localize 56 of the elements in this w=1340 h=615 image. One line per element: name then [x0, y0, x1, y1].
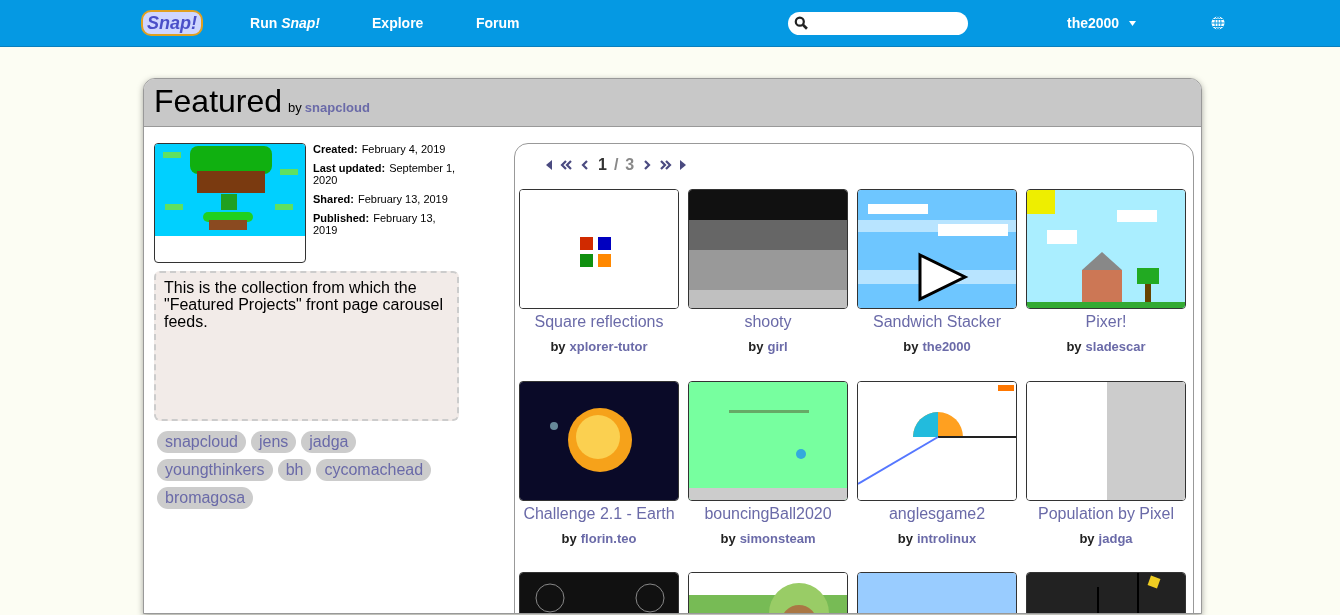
metadata-text: Shared: February 13, 2019: [313, 193, 449, 205]
globe-icon[interactable]: [1211, 16, 1226, 30]
user-menu[interactable]: the2000: [1067, 12, 1137, 34]
logo[interactable]: Snap!: [141, 10, 203, 36]
editor-tag[interactable]: jens: [250, 431, 297, 453]
by-label: by: [748, 338, 764, 356]
metadata-text: Last updated: September 1, 2020: [313, 162, 457, 186]
by-label: by: [550, 338, 566, 356]
double-chevron-right-icon[interactable]: [660, 159, 673, 171]
editor-tag[interactable]: bh: [277, 459, 312, 481]
description-box: This is the collection from which the "Featured Projects" front page carousel feeds.: [154, 271, 459, 421]
editor-tag[interactable]: youngthinkers: [157, 459, 273, 481]
author-link[interactable]: simonsteam: [739, 528, 816, 548]
project-title-link[interactable]: Population by Pixel: [1037, 504, 1175, 523]
metadata-text: Created: February 4, 2019: [313, 143, 447, 155]
chevron-left-icon[interactable]: [579, 159, 591, 171]
nav-link[interactable]: Explore: [372, 12, 476, 34]
project-title-link[interactable]: anglesgame2: [888, 504, 986, 523]
project-title-link[interactable]: shooty: [744, 313, 792, 331]
collection-title: Featured: [154, 84, 283, 118]
by-label: by: [288, 98, 302, 117]
first-page-icon[interactable]: [545, 159, 553, 171]
caret-icon: [1129, 20, 1137, 26]
page-separator: /: [613, 155, 619, 175]
author-link[interactable]: introlinux: [916, 528, 977, 548]
search-field[interactable]: [788, 11, 968, 35]
by-label: by: [1079, 529, 1095, 548]
editor-tag[interactable]: jadga: [301, 431, 357, 453]
editor-tag[interactable]: bromagosa: [157, 487, 254, 509]
nav-link[interactable]: Forum: [476, 12, 580, 34]
author-link[interactable]: jadga: [1098, 528, 1133, 548]
current-page: 1: [598, 155, 607, 175]
editor-tag[interactable]: snapcloud: [157, 431, 246, 453]
last-page-icon[interactable]: [679, 159, 688, 171]
by-label: by: [897, 529, 913, 548]
author-link[interactable]: the2000: [922, 337, 971, 357]
author-link[interactable]: florin.teo: [580, 528, 637, 548]
project-title-link[interactable]: Sandwich Stacker: [872, 313, 1002, 331]
by-label: by: [561, 529, 577, 548]
author-link[interactable]: sladescar: [1085, 337, 1146, 357]
project-title-link[interactable]: Challenge 2.1 - Earth: [523, 504, 675, 523]
author-link[interactable]: girl: [767, 337, 788, 357]
project-title-link[interactable]: Square reflections: [534, 313, 664, 331]
author-link[interactable]: xplorer-tutor: [569, 337, 648, 357]
author-link[interactable]: snapcloud: [304, 97, 370, 117]
by-label: by: [1066, 338, 1082, 356]
editor-tag[interactable]: cycomachead: [316, 459, 432, 481]
double-chevron-left-icon[interactable]: [560, 159, 572, 171]
project-title-link[interactable]: Pixer!: [1085, 313, 1127, 331]
project-title-link[interactable]: bouncingBall2020: [704, 504, 832, 523]
metadata-text: Published: February 13, 2019: [313, 212, 437, 236]
by-label: by: [720, 529, 736, 548]
total-pages: 3: [625, 155, 635, 175]
by-label: by: [903, 338, 919, 356]
nav-link[interactable]: Run Snap!: [250, 12, 372, 34]
search-icon: [794, 15, 809, 31]
